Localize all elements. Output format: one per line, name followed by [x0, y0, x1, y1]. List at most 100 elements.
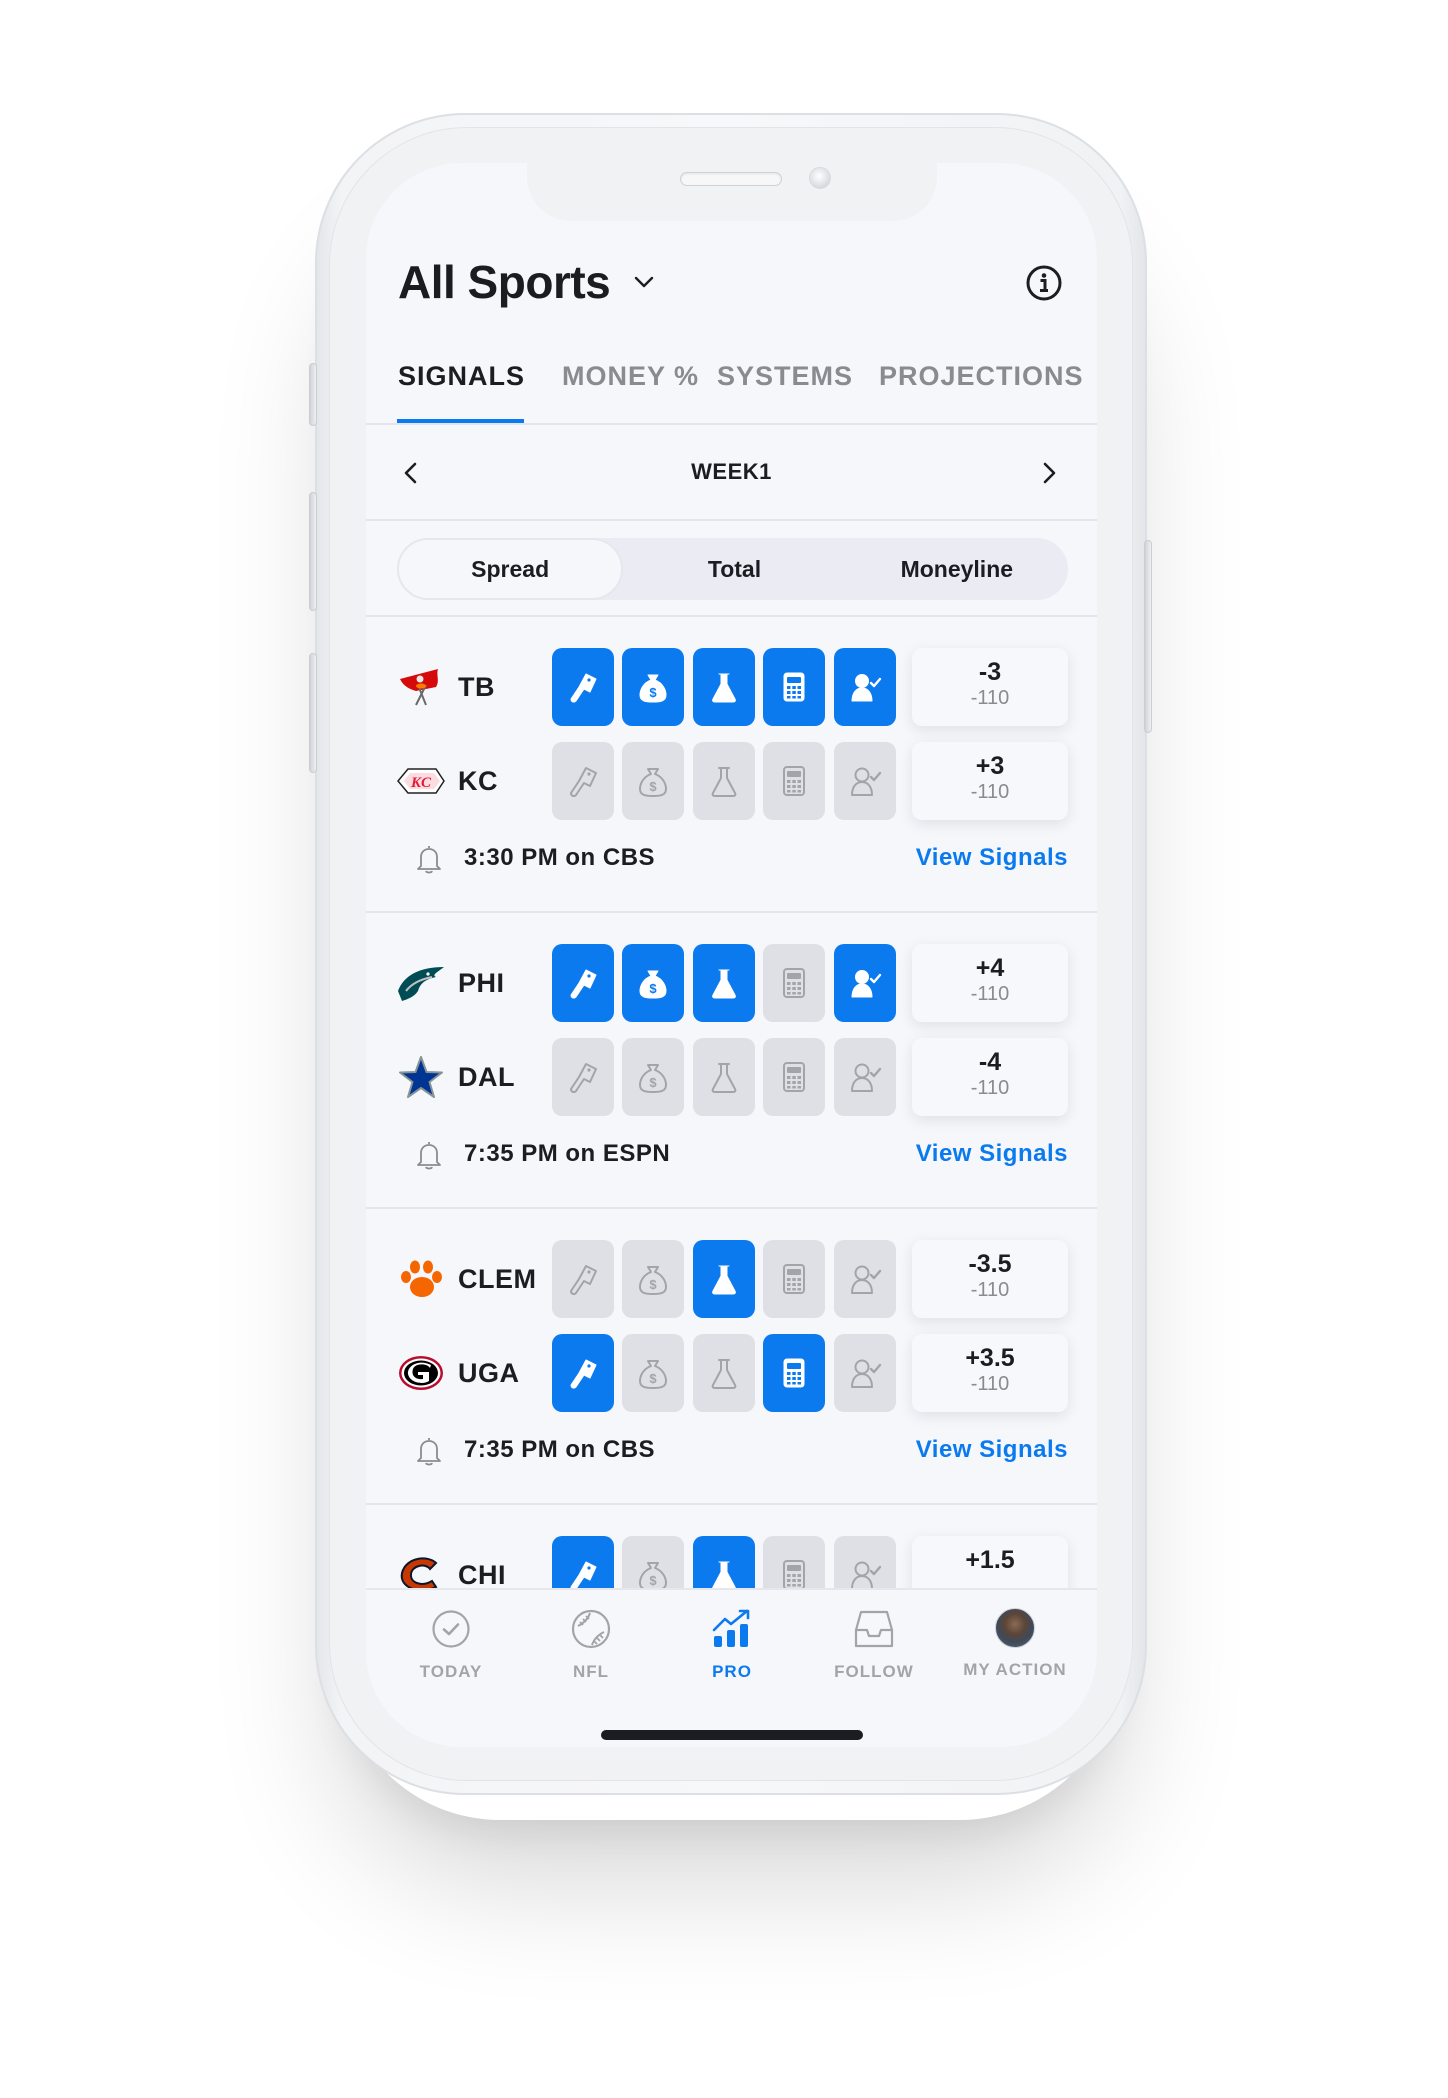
model-calculator-icon [783, 1264, 805, 1294]
tab-money-percent[interactable]: MONEY % [562, 361, 699, 392]
team-abbr: CHI [458, 1560, 506, 1590]
game-card: PHI $ +4 -110 DAL $ -4 -110 7:35 PM on ESPN View … [366, 913, 1097, 1209]
signal-button-sharp-action-cleaver[interactable] [552, 1240, 614, 1318]
signal-button-sharp-action-cleaver[interactable] [552, 742, 614, 820]
tabbar-nfl[interactable]: NFL [521, 1608, 661, 1682]
signal-button-big-money-bag[interactable]: $ [622, 1334, 684, 1412]
week-label: WEEK1 [691, 459, 772, 484]
signal-button-pro-system-flask[interactable] [693, 648, 755, 726]
signal-button-model-calculator[interactable] [763, 742, 825, 820]
chevron-right-icon[interactable] [1034, 458, 1064, 488]
tabbar-follow[interactable]: FOLLOW [804, 1608, 944, 1682]
big-money-bag-icon: $ [639, 1360, 667, 1389]
signal-button-pro-system-flask[interactable] [693, 1240, 755, 1318]
sharp-action-cleaver-icon [570, 1561, 597, 1591]
odds-line: +3 [975, 752, 1005, 780]
home-indicator[interactable] [601, 1730, 863, 1740]
signal-button-sharp-action-cleaver[interactable] [552, 1038, 614, 1116]
segment-moneyline[interactable]: Moneyline [846, 538, 1068, 600]
model-calculator-icon [783, 968, 805, 998]
tab-systems[interactable]: SYSTEMS [717, 361, 853, 392]
app-screen: All Sports SIGNALS MONEY % SYSTEMS PROJE… [366, 163, 1097, 1747]
model-calculator-icon [783, 766, 805, 796]
svg-text:$: $ [649, 685, 657, 700]
signal-button-model-calculator[interactable] [763, 1038, 825, 1116]
signal-button-pro-system-flask[interactable] [693, 742, 755, 820]
odds-button[interactable]: -3 -110 [912, 648, 1068, 726]
view-signals-link[interactable]: View Signals [916, 844, 1068, 872]
big-money-bag-icon: $ [639, 674, 667, 703]
sport-selector[interactable]: All Sports [398, 255, 656, 309]
volume-down-button [309, 653, 317, 773]
pro-system-flask-icon [712, 1561, 736, 1591]
bell-icon[interactable] [414, 1139, 444, 1171]
odds-button[interactable]: -3.5 -110 [912, 1240, 1068, 1318]
segment-total[interactable]: Total [623, 538, 845, 600]
avatar [995, 1608, 1035, 1648]
signal-button-model-calculator[interactable] [763, 944, 825, 1022]
signal-button-expert-pick-person-check[interactable] [834, 742, 896, 820]
signal-button-expert-pick-person-check[interactable] [834, 1038, 896, 1116]
odds-price: -110 [970, 1373, 1010, 1395]
odds-line: -3 [978, 658, 1002, 686]
expert-pick-person-check-icon [851, 970, 882, 998]
signal-button-expert-pick-person-check[interactable] [834, 648, 896, 726]
team-abbr: PHI [458, 968, 505, 998]
odds-line: -4 [978, 1048, 1002, 1076]
tabbar-today[interactable]: TODAY [381, 1608, 521, 1682]
view-signals-link[interactable]: View Signals [916, 1140, 1068, 1168]
tab-projections[interactable]: PROJECTIONS [879, 361, 1084, 392]
tab-signals[interactable]: SIGNALS [398, 361, 525, 392]
odds-price: -110 [970, 687, 1010, 709]
game-footer: 7:35 PM on CBS View Signals [366, 1429, 1097, 1469]
signal-button-big-money-bag[interactable]: $ [622, 742, 684, 820]
view-signals-link[interactable]: View Signals [916, 1436, 1068, 1464]
power-button [1144, 540, 1152, 733]
signal-button-sharp-action-cleaver[interactable] [552, 1334, 614, 1412]
svg-text:$: $ [649, 779, 657, 794]
signal-button-big-money-bag[interactable]: $ [622, 1038, 684, 1116]
signal-button-model-calculator[interactable] [763, 648, 825, 726]
model-calculator-icon [783, 1560, 805, 1590]
signal-button-sharp-action-cleaver[interactable] [552, 944, 614, 1022]
bet-type-segmented-control: Spread Total Moneyline [397, 538, 1068, 600]
signal-button-pro-system-flask[interactable] [693, 944, 755, 1022]
tabbar-pro[interactable]: PRO [662, 1608, 802, 1682]
signal-button-big-money-bag[interactable]: $ [622, 1240, 684, 1318]
signal-button-big-money-bag[interactable]: $ [622, 648, 684, 726]
signal-button-expert-pick-person-check[interactable] [834, 1334, 896, 1412]
pro-system-flask-icon [711, 767, 737, 797]
signal-button-model-calculator[interactable] [763, 1334, 825, 1412]
odds-button[interactable]: +3 -110 [912, 742, 1068, 820]
game-card: TB $ -3 -110 KC KC $ +3 -110 3:30 PM on CBS View S… [366, 617, 1097, 913]
team-row: KC KC $ +3 -110 [366, 742, 1097, 820]
signal-button-expert-pick-person-check[interactable] [834, 1240, 896, 1318]
sharp-action-cleaver-icon [570, 1265, 597, 1296]
sharp-action-cleaver-icon [570, 1063, 597, 1094]
segment-spread[interactable]: Spread [397, 538, 624, 600]
odds-button[interactable]: +3.5 -110 [912, 1334, 1068, 1412]
team-abbr: TB [458, 672, 495, 702]
sharp-action-cleaver-icon [570, 1359, 597, 1389]
bell-icon[interactable] [414, 1435, 444, 1467]
odds-button[interactable]: +4 -110 [912, 944, 1068, 1022]
game-card: CLEM $ -3.5 -110 UGA $ +3.5 -110 7:35 PM on CBS V… [366, 1209, 1097, 1505]
expert-pick-person-check-icon [851, 1063, 882, 1092]
svg-text:$: $ [649, 1075, 657, 1090]
tabbar-my-action[interactable]: MY ACTION [945, 1608, 1085, 1680]
bell-icon[interactable] [414, 843, 444, 875]
mute-switch [309, 363, 317, 426]
chevron-down-icon [635, 276, 654, 288]
inbox-tray-icon [854, 1610, 894, 1648]
signal-button-big-money-bag[interactable]: $ [622, 944, 684, 1022]
signal-button-expert-pick-person-check[interactable] [834, 944, 896, 1022]
signal-button-pro-system-flask[interactable] [693, 1038, 755, 1116]
signal-button-sharp-action-cleaver[interactable] [552, 648, 614, 726]
game-time: 7:35 PM on ESPN [464, 1140, 671, 1167]
signal-button-pro-system-flask[interactable] [693, 1334, 755, 1412]
games-list: TB $ -3 -110 KC KC $ +3 -110 3:30 PM on CBS View S… [366, 617, 1097, 1747]
odds-button[interactable]: -4 -110 [912, 1038, 1068, 1116]
signal-button-model-calculator[interactable] [763, 1240, 825, 1318]
info-icon[interactable] [1025, 264, 1063, 302]
game-time: 3:30 PM on CBS [464, 844, 656, 871]
